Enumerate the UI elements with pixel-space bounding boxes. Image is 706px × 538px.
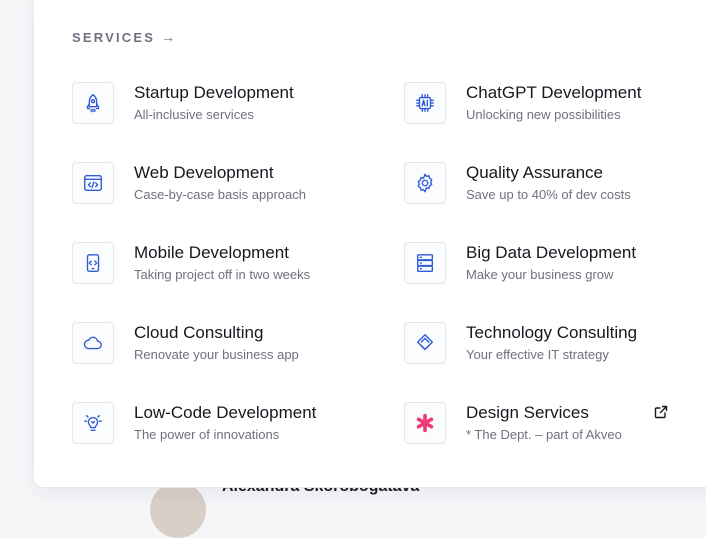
- menu-item-title: Quality Assurance: [466, 163, 604, 182]
- cloud-icon: [72, 322, 114, 364]
- menu-item-subtitle: Save up to 40% of dev costs: [466, 187, 631, 202]
- menu-item-web-development[interactable]: Web Development Case-by-case basis appro…: [72, 162, 372, 210]
- menu-item-subtitle: All-inclusive services: [134, 107, 254, 122]
- menu-item-subtitle: Make your business grow: [466, 267, 614, 282]
- menu-item-subtitle: Taking project off in two weeks: [134, 267, 311, 282]
- menu-item-title: Web Development: [134, 163, 274, 182]
- menu-item-subtitle: * The Dept. – part of Akveo: [466, 427, 622, 442]
- arrow-right-icon: →: [161, 29, 176, 45]
- menu-item-title: Big Data Development: [466, 243, 637, 262]
- menu-item-title: Design Services: [466, 403, 589, 422]
- services-heading: SERVICES: [72, 29, 156, 45]
- services-heading-link[interactable]: SERVICES →: [72, 29, 175, 45]
- menu-item-startup-development[interactable]: Startup Development All-inclusive servic…: [72, 82, 372, 130]
- menu-item-title: ChatGPT Development: [466, 83, 642, 102]
- menu-item-cloud-consulting[interactable]: Cloud Consulting Renovate your business …: [72, 322, 372, 370]
- menu-item-title: Mobile Development: [134, 243, 289, 262]
- external-link-icon[interactable]: [654, 405, 668, 419]
- layers-icon: [404, 322, 446, 364]
- menu-item-subtitle: Unlocking new possibilities: [466, 107, 621, 122]
- menu-item-quality-assurance[interactable]: Quality Assurance Save up to 40% of dev …: [404, 162, 704, 210]
- menu-item-big-data-development[interactable]: Big Data Development Make your business …: [404, 242, 704, 290]
- menu-item-mobile-development[interactable]: Mobile Development Taking project off in…: [72, 242, 372, 290]
- browser-code-icon: [72, 162, 114, 204]
- database-icon: [404, 242, 446, 284]
- ai-chip-icon: [404, 82, 446, 124]
- menu-item-subtitle: Your effective IT strategy: [466, 347, 609, 362]
- menu-item-subtitle: The power of innovations: [134, 427, 280, 442]
- menu-item-title: Cloud Consulting: [134, 323, 264, 342]
- menu-item-subtitle: Renovate your business app: [134, 347, 299, 362]
- rocket-icon: [72, 82, 114, 124]
- menu-item-low-code-development[interactable]: Low-Code Development The power of innova…: [72, 402, 372, 450]
- menu-item-title: Low-Code Development: [134, 403, 317, 422]
- menu-item-subtitle: Case-by-case basis approach: [134, 187, 306, 202]
- avatar: [150, 482, 206, 538]
- menu-item-chatgpt-development[interactable]: ChatGPT Development Unlocking new possib…: [404, 82, 704, 130]
- menu-item-title: Technology Consulting: [466, 323, 638, 342]
- bulb-gear-icon: [72, 402, 114, 444]
- menu-item-technology-consulting[interactable]: Technology Consulting Your effective IT …: [404, 322, 704, 370]
- asterisk-icon: [404, 402, 446, 444]
- menu-item-title: Startup Development: [134, 83, 294, 102]
- phone-code-icon: [72, 242, 114, 284]
- gear-icon: [404, 162, 446, 204]
